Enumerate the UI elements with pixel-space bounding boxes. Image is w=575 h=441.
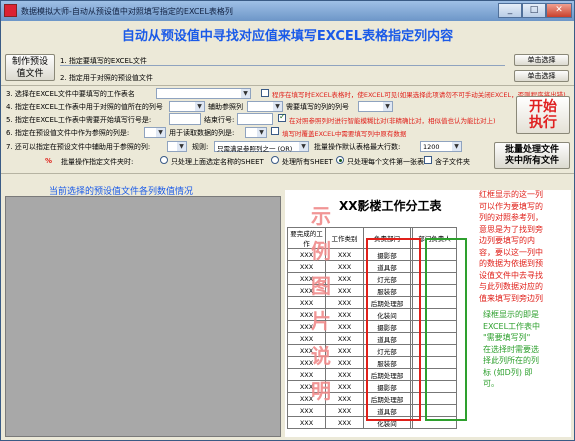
minimize-button[interactable]: _ [498, 3, 522, 18]
red-annotation-line: 列的对照参考列， [479, 213, 543, 222]
green-annotation: 绿框显示的即是 EXCEL工作表中 "需要填写列" 在选择时需要选 择此列所在的… [483, 309, 571, 390]
divider [1, 85, 574, 86]
overwrite-label: 填写时覆盖EXCEL中需要填写列中原有数据 [282, 130, 407, 138]
batch-line2: 夹中所有文件 [504, 156, 559, 166]
title-bar: 数据模拟大师-自动从预设值中对照填写指定的EXCEL表格列 _ □ ✕ [1, 1, 574, 21]
first-sheet-label: 只处理每个文件第一张表 [347, 158, 424, 166]
red-annotation-line: 容，要以这一列中 [479, 247, 543, 257]
overwrite-checkbox[interactable] [271, 127, 279, 135]
divider [1, 173, 574, 174]
make-preset-file-button[interactable]: 制作预设 值文件 [5, 54, 55, 81]
red-annotation-line: 值来填写到旁边列 [479, 293, 543, 303]
chevron-down-icon: ▼ [177, 142, 186, 151]
rule-label: 规则: [192, 143, 209, 151]
start-execute-button[interactable]: 开始 执行 [516, 96, 570, 134]
red-annotation-line: 可以作为要填写的 [479, 201, 543, 211]
start-row-input[interactable] [169, 113, 201, 125]
green-highlight-box [425, 238, 467, 421]
example-watermark-text: 示例图片说明 [311, 204, 331, 403]
green-annotation-line: 绿框显示的即是 [483, 310, 539, 319]
aux-col-select[interactable]: ▼ [247, 101, 283, 112]
rule-value: 只需满足参照列之一 (OR) [217, 145, 293, 153]
compare-col-label: 4. 指定在EXCEL工作表中用于对照的值所在的列号 [6, 103, 163, 111]
fuzzy-match-label: 在对照参照列时进行智能模糊比对(非精确比对，相似值也认为能比对上) [289, 117, 496, 125]
preset-file-label: 2. 指定用于对照的预设值文件 [60, 74, 153, 82]
table-cell: XXX [287, 416, 326, 429]
table-cell: XXX [325, 416, 364, 429]
aux-ref-select[interactable]: ▼ [167, 141, 187, 152]
green-annotation-line: "需要填写列" [483, 333, 531, 342]
batch-folder-label: 批量操作指定文件夹时: [61, 158, 134, 166]
percent-mark: % [45, 157, 53, 165]
end-row-input[interactable] [237, 113, 273, 125]
page-heading: 自动从预设值中寻找对应值来填写EXCEL表格指定列内容 [121, 29, 454, 44]
max-rows-label: 批量操作默认表格最大行数: [314, 143, 401, 151]
end-row-label: 结束行号: [204, 116, 235, 124]
chevron-down-icon: ▼ [241, 89, 250, 98]
make-preset-line1: 制作预设 [11, 57, 48, 67]
read-col-select[interactable]: ▼ [245, 127, 267, 138]
max-rows-select[interactable]: 1200 ▼ [420, 141, 462, 152]
excel-visible-checkbox[interactable] [261, 89, 269, 97]
select-excel-button[interactable]: 单击选择 [514, 54, 569, 66]
batch-process-button[interactable]: 批量处理文件 夹中所有文件 [494, 142, 570, 169]
chevron-down-icon: ▼ [273, 102, 282, 111]
green-annotation-line: EXCEL工作表中 [483, 321, 541, 331]
red-highlight-box [366, 238, 421, 421]
preset-columns-panel [5, 196, 281, 437]
chevron-down-icon: ▼ [257, 128, 266, 137]
green-annotation-line: 在选择时需要选 [483, 344, 539, 354]
excel-file-input[interactable] [60, 65, 505, 68]
green-annotation-line: 可。 [483, 379, 499, 388]
red-annotation-line: 意思是为了找到旁 [479, 224, 543, 234]
fill-col-label: 需要填写的列的列号 [286, 103, 349, 111]
chevron-down-icon: ▼ [383, 102, 392, 111]
red-annotation-line: 与此列数据对应的 [479, 282, 543, 291]
red-annotation-line: 的数据为依据到预 [479, 259, 543, 268]
red-annotation-line: 红框显示的这一列 [479, 190, 543, 199]
chevron-down-icon: ▼ [195, 102, 204, 111]
only-selected-sheet-radio[interactable] [160, 156, 168, 164]
app-window: 数据模拟大师-自动从预设值中对照填写指定的EXCEL表格列 _ □ ✕ 自动从预… [0, 0, 575, 441]
rule-select[interactable]: 只需满足参照列之一 (OR) ▼ [214, 141, 309, 153]
close-button[interactable]: ✕ [546, 3, 572, 18]
worksheet-label: 3. 选择在EXCEL文件中要填写的工作表名 [6, 90, 135, 98]
subfolder-label: 含子文件夹 [435, 158, 470, 166]
window-title: 数据模拟大师-自动从预设值中对照填写指定的EXCEL表格列 [21, 7, 233, 16]
max-rows-value: 1200 [423, 143, 440, 151]
green-annotation-line: 标 (如D列) 即 [483, 367, 533, 377]
start-line1: 开始 [529, 99, 557, 115]
fuzzy-match-checkbox[interactable] [278, 112, 286, 122]
red-annotation-line: 边列要填写的内 [479, 236, 535, 245]
make-preset-line2: 值文件 [16, 69, 44, 79]
chevron-down-icon: ▼ [452, 142, 461, 151]
first-sheet-radio[interactable] [336, 156, 344, 164]
all-sheets-label: 处理所有SHEET [282, 158, 333, 166]
red-annotation-line: 设值文件中去寻找 [479, 270, 543, 280]
worksheet-select[interactable]: ▼ [156, 88, 251, 99]
batch-line1: 批量处理文件 [504, 145, 559, 155]
chevron-down-icon: ▼ [156, 128, 165, 137]
aux-col-label: 辅助参照列 [208, 103, 243, 111]
start-row-label: 5. 指定在EXCEL工作表中需要开始填写行号是: [6, 116, 152, 124]
fill-col-select[interactable]: ▼ [358, 101, 393, 112]
chevron-down-icon: ▼ [299, 142, 308, 151]
maximize-button[interactable]: □ [522, 3, 546, 18]
read-col-label: 用于读取数据的列是: [169, 129, 235, 137]
select-preset-button[interactable]: 单击选择 [514, 70, 569, 82]
sheet-title: XX影楼工作分工表 [339, 199, 442, 213]
all-sheets-radio[interactable] [271, 156, 279, 164]
preset-ref-col-label: 6. 指定在预设值文件中作为参照的列是: [6, 129, 130, 137]
aux-ref-label: 7. 还可以指定在预设文件中辅助用于参照的列: [6, 143, 151, 151]
start-line2: 执行 [529, 115, 557, 131]
app-icon [4, 4, 17, 17]
compare-col-select[interactable]: ▼ [169, 101, 205, 112]
only-selected-sheet-label: 只处理上面选定名称的SHEET [171, 158, 264, 166]
red-annotation: 红框显示的这一列 可以作为要填写的 列的对照参考列， 意思是为了找到旁 边列要填… [479, 189, 569, 304]
subfolder-checkbox[interactable] [424, 156, 432, 164]
preset-ref-col-select[interactable]: ▼ [144, 127, 166, 138]
green-annotation-line: 择此列所在的列 [483, 356, 539, 365]
